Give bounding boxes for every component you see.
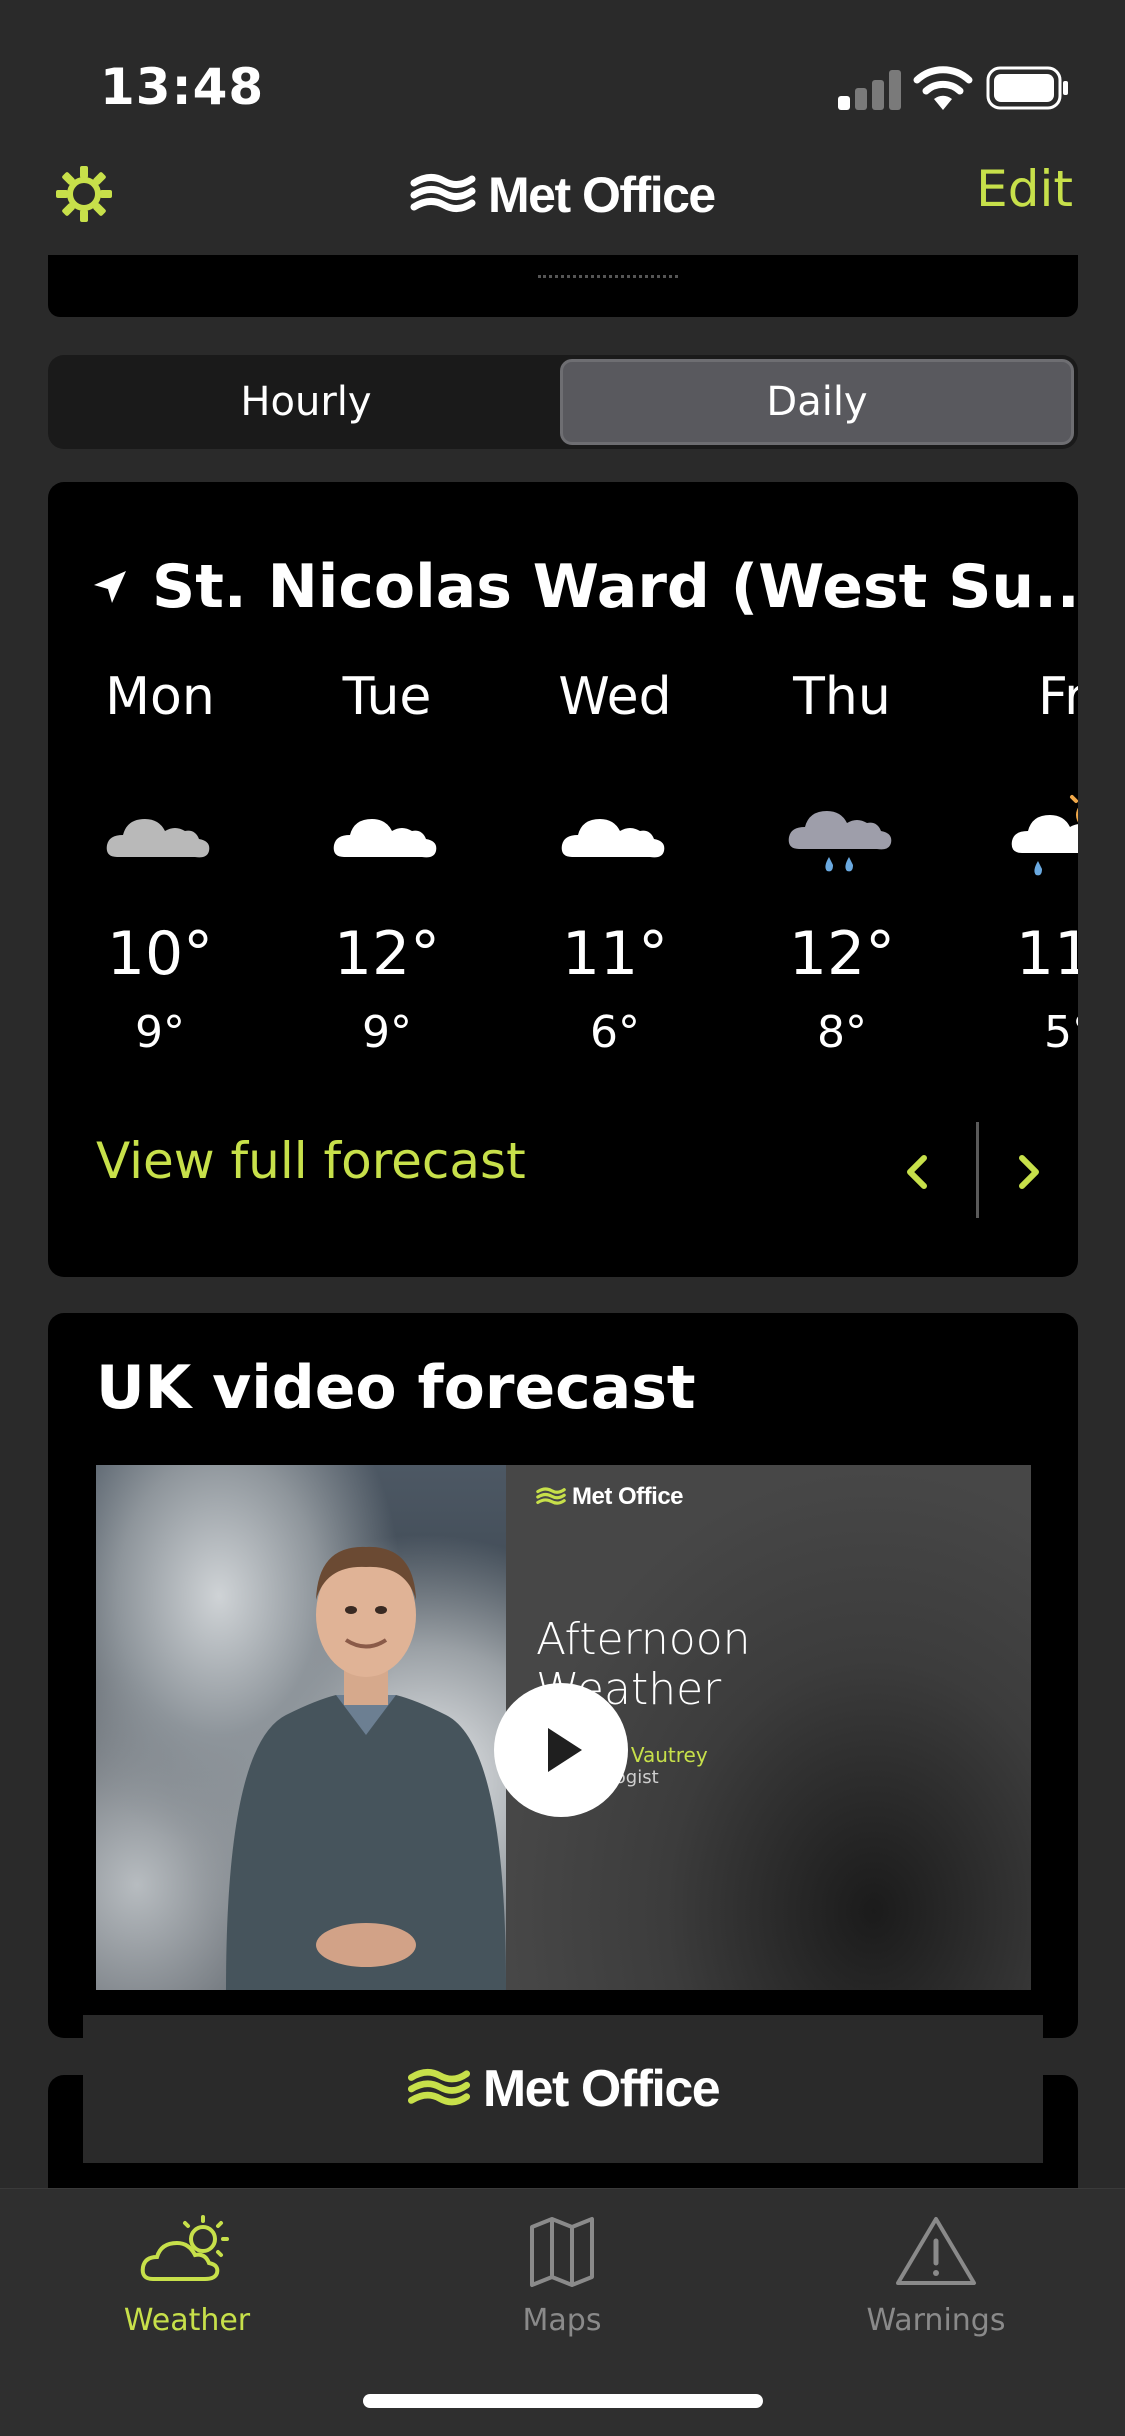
cloud-white-icon (561, 819, 665, 858)
chevron-right-icon[interactable] (998, 1142, 1058, 1202)
cellular-signal-icon (838, 68, 902, 110)
met-office-banner: Met Office (83, 2015, 1043, 2163)
battery-icon (986, 66, 1068, 110)
partial-card-top (48, 255, 1078, 317)
day-high: 12° (333, 919, 441, 989)
wifi-icon (913, 66, 973, 110)
video-card-title: UK video forecast (96, 1353, 696, 1423)
rain-cloud-icon (788, 811, 892, 872)
tab-weather[interactable]: Weather (67, 2211, 307, 2338)
weather-icon (140, 2215, 229, 2281)
day-forecast-tue[interactable]: Tue 12° 9° (292, 667, 482, 1058)
daily-forecast-card: St. Nicolas Ward (West Su... Mon 10° 9° … (48, 482, 1078, 1277)
uk-video-forecast-card: UK video forecast Met Office Afternoon W… (48, 1313, 1078, 2038)
met-office-logo: Met Office (410, 165, 716, 225)
brand-name: Met Office (488, 167, 716, 223)
thumbnail-brand-name: Met Office (572, 1483, 684, 1510)
day-high: 12° (788, 919, 896, 989)
forecast-pager (878, 1122, 1078, 1222)
day-high: 11° (1015, 919, 1078, 989)
tab-label: Weather (123, 2303, 251, 2338)
day-forecast-row: Mon 10° 9° Tue 12° 9° Wed 11° 6° Thu 12°… (48, 667, 1078, 1087)
day-high: 11° (561, 919, 669, 989)
day-name: Tue (342, 667, 432, 727)
day-low: 5° (1044, 1007, 1078, 1058)
day-forecast-thu[interactable]: Thu 12° 8° (747, 667, 937, 1058)
view-full-forecast-link[interactable]: View full forecast (96, 1132, 526, 1190)
tab-hourly[interactable]: Hourly (52, 359, 560, 445)
status-time: 13:48 (100, 58, 265, 116)
pager-divider (976, 1122, 979, 1218)
presenter-image (226, 1546, 506, 1990)
status-bar: 13:48 (0, 0, 1125, 150)
day-forecast-wed[interactable]: Wed 11° 6° (520, 667, 710, 1058)
day-low: 9° (362, 1007, 412, 1058)
tab-warnings[interactable]: Warnings (816, 2211, 1056, 2338)
tab-label: Maps (522, 2303, 602, 2338)
edit-button[interactable]: Edit (976, 160, 1073, 218)
tab-maps[interactable]: Maps (442, 2211, 682, 2338)
day-name: Wed (558, 667, 672, 727)
day-name: Thu (793, 667, 891, 727)
day-forecast-mon[interactable]: Mon 10° 9° (65, 667, 255, 1058)
settings-gear-icon[interactable] (52, 162, 116, 226)
day-high: 10° (106, 919, 214, 989)
location-header[interactable]: St. Nicolas Ward (West Su... (92, 552, 1078, 622)
tab-daily[interactable]: Daily (560, 359, 1074, 445)
app-screen: 13:48 Met Office Edit Hourly Daily St. N… (0, 0, 1125, 2436)
cloud-white-icon (333, 819, 437, 858)
home-indicator[interactable] (363, 2394, 763, 2408)
cloud-grey-icon (106, 819, 210, 858)
video-thumbnail[interactable]: Met Office Afternoon Weather Jonathan Va… (96, 1465, 1031, 1990)
map-icon (530, 2217, 594, 2287)
day-low: 6° (590, 1007, 640, 1058)
warning-icon (896, 2217, 976, 2285)
day-low: 8° (817, 1007, 867, 1058)
met-office-wave-icon (536, 1487, 566, 1505)
hourly-daily-toggle: Hourly Daily (48, 355, 1078, 449)
location-name: St. Nicolas Ward (West Su... (152, 552, 1078, 622)
day-name: Mon (105, 667, 215, 727)
play-button[interactable] (494, 1683, 628, 1817)
day-forecast-fri[interactable]: Fri 11° 5° (974, 667, 1078, 1058)
day-name: Fri (1038, 667, 1078, 727)
met-office-wave-icon (410, 174, 476, 212)
tab-label: Warnings (866, 2303, 1006, 2338)
location-arrow-icon (94, 571, 126, 603)
day-low: 9° (135, 1007, 185, 1058)
thumbnail-met-office-logo: Met Office (536, 1483, 684, 1511)
sun-cloud-rain-icon (1011, 795, 1078, 876)
banner-brand-name: Met Office (482, 2060, 721, 2118)
met-office-wave-icon (407, 2068, 470, 2106)
chevron-left-icon[interactable] (888, 1142, 948, 1202)
